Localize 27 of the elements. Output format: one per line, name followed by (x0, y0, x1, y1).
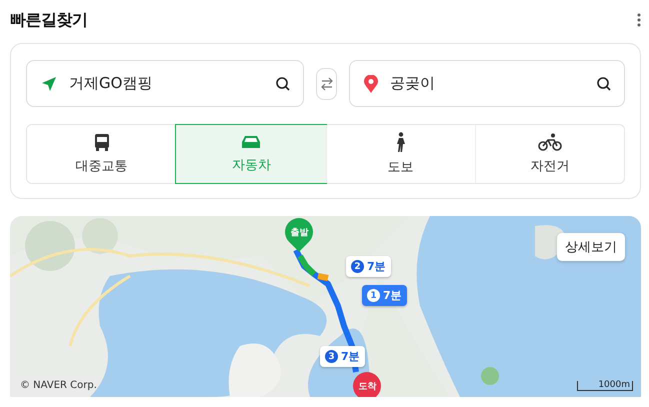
map-copyright: © NAVER Corp. (20, 380, 97, 391)
segment-number: 1 (367, 289, 380, 302)
bus-icon (94, 133, 110, 151)
destination-input[interactable]: 공곶이 (388, 74, 586, 94)
origin-input[interactable]: 거제GO캠핑 (67, 74, 265, 94)
bicycle-icon (538, 133, 562, 151)
swap-icon (320, 76, 334, 90)
route-segment-label[interactable]: 3 7분 (320, 346, 365, 367)
route-segment-label[interactable]: 2 7분 (346, 256, 391, 277)
map-scale: 1000m (577, 381, 633, 391)
route-segment-label[interactable]: 1 7분 (362, 285, 407, 306)
more-icon[interactable] (637, 13, 641, 27)
segment-time: 7분 (383, 288, 402, 303)
segment-number: 3 (325, 350, 338, 363)
swap-button[interactable] (316, 68, 337, 100)
search-icon[interactable] (596, 76, 612, 92)
segment-number: 2 (351, 260, 364, 273)
segment-time: 7분 (341, 349, 360, 364)
segment-time: 7분 (367, 259, 386, 274)
location-pin-icon (364, 74, 378, 92)
detail-view-button[interactable]: 상세보기 (557, 233, 625, 261)
origin-field[interactable]: 거제GO캠핑 (26, 60, 304, 107)
navigation-arrow-icon (41, 76, 57, 92)
destination-field[interactable]: 공곶이 (349, 60, 625, 107)
walking-person-icon (394, 132, 407, 152)
page-title: 빠른길찾기 (10, 10, 88, 30)
search-icon[interactable] (275, 76, 291, 92)
